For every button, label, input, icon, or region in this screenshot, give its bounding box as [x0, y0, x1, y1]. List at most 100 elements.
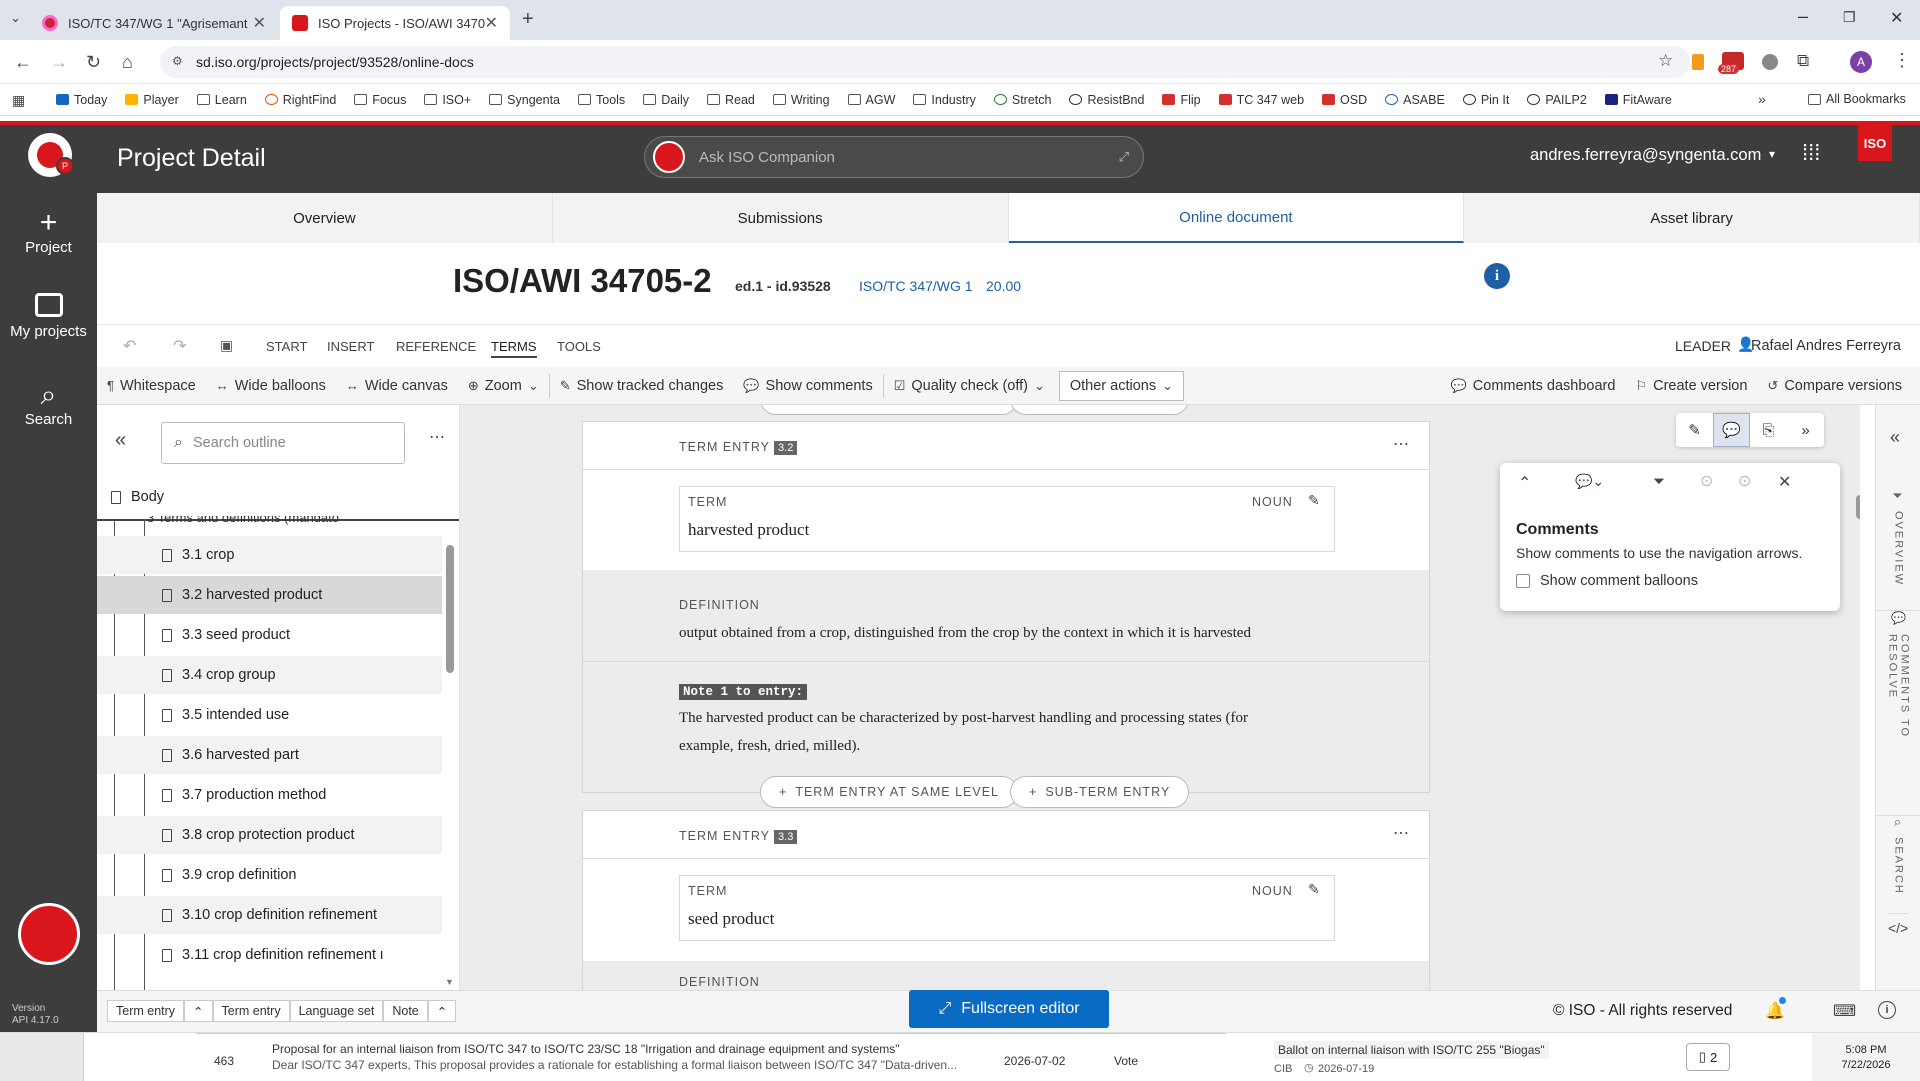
menu-tools[interactable]: TOOLS	[557, 339, 601, 354]
menu-reference[interactable]: REFERENCE	[396, 339, 476, 354]
site-info-icon[interactable]: ⚙	[172, 54, 183, 68]
edit-icon[interactable]: ✎	[1308, 492, 1320, 509]
entry-more-icon[interactable]: ⋯	[1393, 823, 1409, 843]
breadcrumb-up-icon[interactable]: ⌃	[427, 1000, 457, 1022]
breadcrumb-item[interactable]: Language set	[289, 1000, 384, 1022]
compare-versions-button[interactable]: ↺ Compare versions	[1757, 367, 1920, 405]
side-tab-comments-to-resolve[interactable]: 💬 COMMENTS TO RESOLVE	[1876, 610, 1920, 800]
tab-overview[interactable]: Overview	[97, 193, 553, 243]
bookmark[interactable]: Player	[125, 93, 179, 107]
outline-more-icon[interactable]: ⋯	[429, 427, 445, 447]
bookmark-folder[interactable]: Tools	[578, 93, 625, 107]
all-bookmarks-folder[interactable]: All Bookmarks	[1808, 92, 1906, 106]
outline-item-3-1[interactable]: 3.1 crop	[97, 536, 442, 574]
undo-icon[interactable]: ↶	[123, 336, 136, 356]
extensions-puzzle-icon[interactable]: ⧉	[1797, 51, 1809, 71]
bookmark[interactable]: RightFind	[264, 93, 336, 107]
comments-toggle-icon[interactable]: 💬	[1713, 413, 1750, 447]
new-tab-icon[interactable]: +	[522, 8, 534, 31]
tab-online-document[interactable]: Online document	[1008, 193, 1465, 243]
user-menu-chevron-icon[interactable]: ▾	[1769, 147, 1775, 161]
side-tab-overview[interactable]: ⏷ OVERVIEW	[1876, 490, 1920, 590]
term-entry-3-2[interactable]: TERM ENTRY 3.2 ⋯ TERM NOUN ✎ harvested pr…	[582, 421, 1430, 793]
outline-item-3-4[interactable]: 3.4 crop group	[97, 656, 442, 694]
sub-term-entry-button-partial[interactable]: + SUB-TERM ENTRY	[1010, 405, 1190, 415]
outline-item-3-2[interactable]: 3.2 harvested product	[97, 576, 442, 614]
bookmark-folder[interactable]: AGW	[847, 93, 895, 107]
bookmark[interactable]: PAILP2	[1527, 93, 1587, 107]
bookmark[interactable]: Flip	[1162, 93, 1201, 107]
browser-menu-icon[interactable]: ⋮	[1893, 50, 1911, 71]
outline-item-3-3[interactable]: 3.3 seed product	[97, 616, 442, 654]
canvas-scrollbar[interactable]	[1856, 495, 1860, 519]
bookmark-folder[interactable]: Writing	[772, 93, 830, 107]
filter-icon[interactable]: ⏷	[1653, 473, 1665, 490]
forward-icon[interactable]: →	[50, 52, 68, 73]
bookmark-folder[interactable]: Daily	[643, 93, 689, 107]
stage-code[interactable]: 20.00	[986, 278, 1021, 294]
term-box[interactable]: TERM NOUN ✎ seed product	[679, 875, 1335, 941]
expand-right-icon[interactable]: »	[1787, 422, 1824, 439]
browser-tab-agrisemantics[interactable]: ISO/TC 347/WG 1 "Agrisemant ✕	[30, 6, 278, 40]
url-field[interactable]: ⚙ sd.iso.org/projects/project/93528/onli…	[160, 46, 1690, 78]
bookmark[interactable]: ASABE	[1385, 93, 1445, 107]
apps-grid-icon[interactable]: ▦	[12, 92, 25, 109]
breadcrumb-item[interactable]: Note	[383, 1000, 428, 1022]
show-comment-balloons-checkbox[interactable]: Show comment balloons	[1516, 573, 1698, 589]
outline-root-body[interactable]: Body	[111, 489, 164, 505]
breadcrumb-item[interactable]: Term entry	[212, 1000, 290, 1022]
entry-more-icon[interactable]: ⋯	[1393, 434, 1409, 454]
breadcrumb-item[interactable]: Term entry	[107, 1000, 185, 1022]
bookmark-folder[interactable]: Read	[706, 93, 755, 107]
scroll-down-arrow-icon[interactable]: ▼	[445, 977, 454, 987]
menu-insert[interactable]: INSERT	[327, 339, 374, 354]
code-view-icon[interactable]: </>	[1888, 913, 1909, 936]
next-comment-icon[interactable]: ⊙	[1738, 471, 1751, 491]
breadcrumb-up-icon[interactable]: ⌃	[184, 1000, 213, 1022]
expand-icon[interactable]: ⤢	[1119, 149, 1129, 165]
bookmark[interactable]: Today	[56, 93, 107, 107]
close-tab-icon[interactable]: ✕	[485, 13, 498, 33]
outline-scrollbar[interactable]	[446, 545, 454, 673]
close-tab-icon[interactable]: ✕	[253, 13, 266, 33]
wide-balloons-button[interactable]: ↔ Wide balloons	[206, 367, 336, 405]
whitespace-button[interactable]: ¶ Whitespace	[97, 367, 206, 405]
comment-filter-dropdown-icon[interactable]: 💬⌄	[1575, 473, 1604, 490]
menu-terms[interactable]: TERMS	[491, 339, 537, 358]
bookmark[interactable]: FitAware	[1604, 93, 1672, 107]
browser-tab-iso-projects[interactable]: ISO Projects - ISO/AWI 34705- ✕	[280, 6, 510, 40]
tab-asset-library[interactable]: Asset library	[1464, 193, 1920, 243]
close-window-icon[interactable]: ✕	[1890, 8, 1903, 28]
rail-search[interactable]: ⌕ Search	[0, 379, 97, 428]
bookmark[interactable]: Stretch	[993, 93, 1051, 107]
outline-item-3-11[interactable]: 3.11 crop definition refinement ι	[97, 936, 442, 974]
tab-submissions[interactable]: Submissions	[553, 193, 1009, 243]
comments-dashboard-button[interactable]: 💬 Comments dashboard	[1441, 367, 1626, 405]
outline-item-3-6[interactable]: 3.6 harvested part	[97, 736, 442, 774]
collapse-side-panel-icon[interactable]: «	[1890, 427, 1900, 448]
rail-my-projects[interactable]: My projects	[0, 293, 97, 340]
bookmark[interactable]: OSD	[1322, 93, 1367, 107]
bookmark-folder[interactable]: Industry	[913, 93, 976, 107]
ask-companion-input[interactable]: Ask ISO Companion ⤢	[644, 136, 1144, 178]
outline-item-3-5[interactable]: 3.5 intended use	[97, 696, 442, 734]
bookmark[interactable]: ResistBnd	[1069, 93, 1144, 107]
bookmark-folder[interactable]: ISO+	[424, 93, 471, 107]
collapse-up-icon[interactable]: ⌃	[1518, 473, 1531, 493]
home-icon[interactable]: ⌂	[122, 52, 133, 73]
rail-project[interactable]: + Project	[0, 207, 97, 257]
sub-term-entry-button[interactable]: + SUB-TERM ENTRY	[1010, 776, 1190, 808]
clipboard-icon[interactable]: ⎘	[1750, 422, 1787, 439]
taskbar-thumbnail[interactable]	[0, 1033, 84, 1081]
outline-section-partial[interactable]: 3 Terms and definitions (mandato	[147, 516, 339, 530]
committee-link[interactable]: ISO/TC 347/WG 1	[859, 278, 973, 294]
show-comments-button[interactable]: 💬 Show comments	[733, 367, 882, 405]
back-icon[interactable]: ←	[14, 52, 32, 73]
fullscreen-editor-button[interactable]: ⤢ Fullscreen editor	[909, 990, 1109, 1028]
reload-icon[interactable]: ↻	[86, 52, 101, 73]
term-entry-same-level-button-partial[interactable]: + TERM ENTRY AT SAME LEVEL	[760, 405, 1018, 415]
outline-search-input[interactable]: ⌕ Search outline	[161, 422, 405, 464]
edit-icon[interactable]: ✎	[1308, 881, 1320, 898]
keyboard-icon[interactable]: ⌨	[1833, 1001, 1856, 1021]
outline-item-3-8[interactable]: 3.8 crop protection product	[97, 816, 442, 854]
